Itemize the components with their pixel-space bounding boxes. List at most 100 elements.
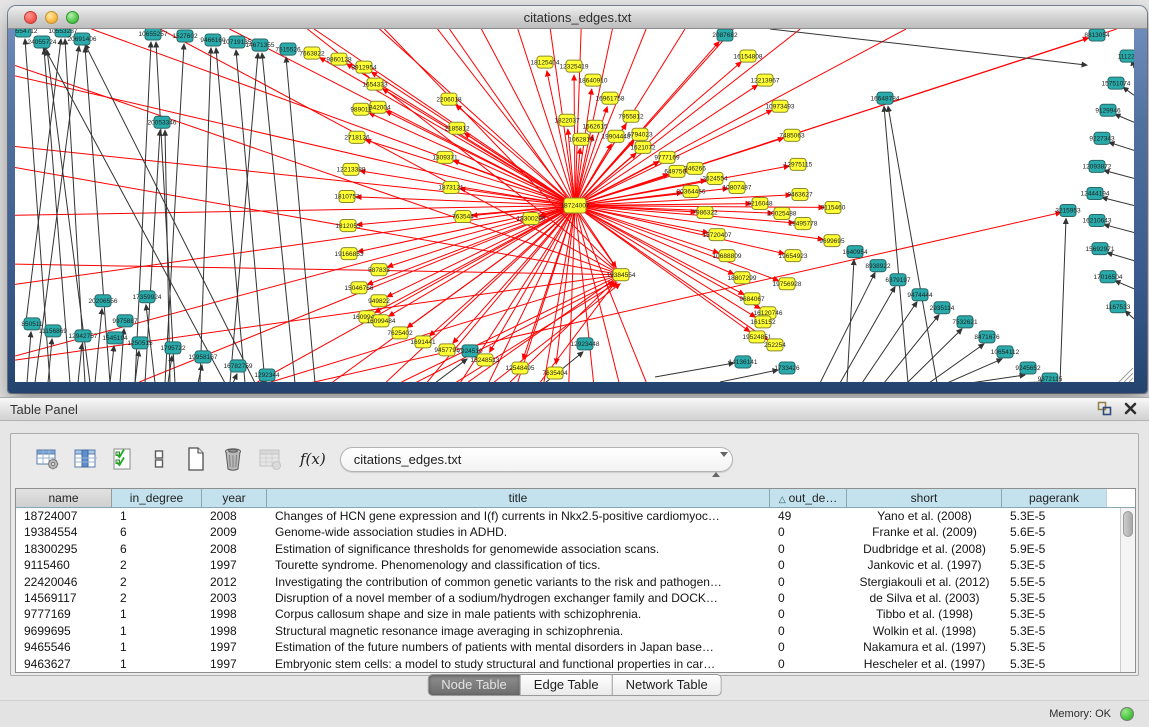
graph-edge[interactable] [43, 45, 225, 382]
graph-node[interactable]: 10654112 [991, 346, 1020, 358]
graph-edge[interactable] [720, 370, 778, 382]
graph-node[interactable]: 10025488 [768, 208, 797, 220]
graph-node[interactable]: 8912954 [351, 61, 377, 73]
graph-node[interactable]: 1795722 [160, 342, 186, 354]
row-height-icon[interactable] [144, 445, 174, 473]
graph-node[interactable]: 7663822 [299, 47, 325, 59]
table-cell[interactable]: 0 [770, 541, 847, 557]
graph-node[interactable]: 9245652 [1015, 362, 1041, 374]
canvas-resize-grip[interactable] [1129, 378, 1133, 382]
column-header-short[interactable]: short [847, 489, 1002, 507]
table-cell[interactable]: 5.9E-5 [1002, 541, 1107, 557]
graph-node[interactable]: 1250515 [127, 337, 153, 349]
graph-node[interactable]: 9463627 [787, 188, 813, 200]
table-cell[interactable]: 5.5E-5 [1002, 574, 1107, 590]
graph-node[interactable]: 19166853 [335, 248, 364, 260]
table-cell[interactable]: Dudbridge et al. (2008) [847, 541, 1002, 557]
column-header-year[interactable]: year [202, 489, 267, 507]
table-cell[interactable]: 0 [770, 606, 847, 622]
graph-node[interactable]: 14136141 [729, 356, 758, 368]
table-cell[interactable]: 5.3E-5 [1002, 623, 1107, 639]
graph-node[interactable]: 12325419 [560, 60, 589, 72]
graph-edge[interactable] [455, 283, 617, 382]
graph-node[interactable]: 1873121 [438, 181, 464, 193]
graph-edge[interactable] [271, 275, 621, 382]
table-cell[interactable]: Estimation of the future numbers of pati… [267, 639, 770, 655]
graph-node[interactable]: 8938922 [865, 260, 891, 272]
graph-edge[interactable] [15, 65, 621, 274]
graph-node[interactable]: 12942757 [69, 330, 98, 342]
table-cell[interactable]: 6 [112, 541, 202, 557]
graph-node[interactable]: 20053346 [148, 116, 177, 128]
graph-node[interactable]: 9777169 [654, 151, 680, 163]
graph-node[interactable]: 10688809 [713, 250, 742, 262]
graph-node[interactable]: 18640910 [579, 74, 608, 86]
graph-edge[interactable] [1102, 197, 1134, 205]
graph-node[interactable]: 19384554 [607, 269, 636, 281]
graph-edge[interactable] [85, 44, 255, 382]
delete-column-icon[interactable] [218, 445, 248, 473]
graph-node[interactable]: 7986322 [692, 207, 718, 219]
graph-node[interactable]: 19654923 [779, 250, 808, 262]
graph-node[interactable]: 17359924 [133, 291, 162, 303]
graph-node[interactable]: 9227343 [1089, 132, 1115, 144]
table-row[interactable]: 2242004622012Investigating the contribut… [16, 574, 1135, 590]
graph-node[interactable]: 19958167 [189, 351, 218, 363]
graph-edge[interactable] [15, 76, 575, 206]
graph-node[interactable]: 15751074 [1102, 77, 1131, 89]
table-cell[interactable]: 0 [770, 557, 847, 573]
table-cell[interactable]: 1998 [202, 606, 267, 622]
column-header-out-degree[interactable]: △out_de… [770, 489, 847, 507]
graph-node[interactable]: 12213389 [337, 163, 366, 175]
graph-edge[interactable] [575, 29, 800, 206]
table-cell[interactable]: 0 [770, 639, 847, 655]
graph-node[interactable]: 20364456 [677, 185, 706, 197]
graph-edge[interactable] [15, 275, 621, 360]
graph-node[interactable]: 9129946 [1095, 104, 1121, 116]
graph-node[interactable]: 3215953 [1055, 204, 1081, 216]
table-cell[interactable]: Yano et al. (2008) [847, 508, 1002, 524]
graph-node[interactable]: 7515526 [275, 43, 301, 55]
graph-node[interactable]: 1810753 [334, 190, 360, 202]
table-cell[interactable]: 5.3E-5 [1002, 557, 1107, 573]
graph-edge[interactable] [1123, 87, 1134, 95]
graph-node[interactable]: 8813054 [1084, 29, 1110, 41]
graph-node[interactable]: 16210643 [1083, 215, 1112, 227]
graph-node[interactable]: 12923448 [571, 338, 600, 350]
graph-node[interactable]: 17016504 [1094, 271, 1123, 283]
table-cell[interactable]: 2008 [202, 541, 267, 557]
table-cell[interactable]: Corpus callosum shape and size in male p… [267, 606, 770, 622]
graph-node[interactable]: 20554712 [15, 29, 38, 37]
graph-node[interactable]: 1621072 [630, 141, 656, 153]
table-selector-dropdown[interactable]: citations_edges.txt [340, 447, 733, 472]
graph-node[interactable]: 8471676 [974, 331, 1000, 343]
float-window-icon[interactable] [1097, 401, 1112, 421]
graph-edge[interactable] [156, 42, 175, 382]
graph-node[interactable]: 7955812 [618, 110, 644, 122]
table-cell[interactable]: 19384554 [16, 524, 112, 540]
graph-node[interactable]: 18724007 [561, 198, 590, 213]
graph-edge[interactable] [453, 206, 575, 344]
function-builder-icon[interactable]: f(x) [300, 450, 326, 468]
graph-edge[interactable] [389, 206, 575, 317]
graph-node[interactable]: 20206556 [89, 295, 118, 307]
table-cell[interactable]: 18300295 [16, 541, 112, 557]
table-cell[interactable]: Wolkin et al. (1998) [847, 623, 1002, 639]
graph-node[interactable]: 1527602 [172, 30, 198, 42]
graph-node[interactable]: 10655257 [139, 29, 168, 40]
graph-node[interactable]: 24055724 [28, 36, 57, 48]
table-cell[interactable]: 6 [112, 524, 202, 540]
table-cell[interactable]: 2012 [202, 574, 267, 590]
graph-edge[interactable] [1104, 225, 1134, 233]
graph-node[interactable]: 989011 [350, 103, 372, 115]
table-cell[interactable]: Changes of HCN gene expression and I(f) … [267, 508, 770, 524]
graph-node[interactable]: 111224 [1118, 50, 1134, 62]
graph-node[interactable]: 8216048 [747, 197, 773, 209]
graph-edge[interactable] [1104, 170, 1134, 178]
table-cell[interactable]: 5.3E-5 [1002, 508, 1107, 524]
graph-edge[interactable] [465, 133, 575, 205]
table-cell[interactable]: 2 [112, 574, 202, 590]
table-scrollbar[interactable] [1120, 508, 1135, 672]
graph-edge[interactable] [110, 346, 114, 382]
graph-edge[interactable] [888, 106, 937, 382]
